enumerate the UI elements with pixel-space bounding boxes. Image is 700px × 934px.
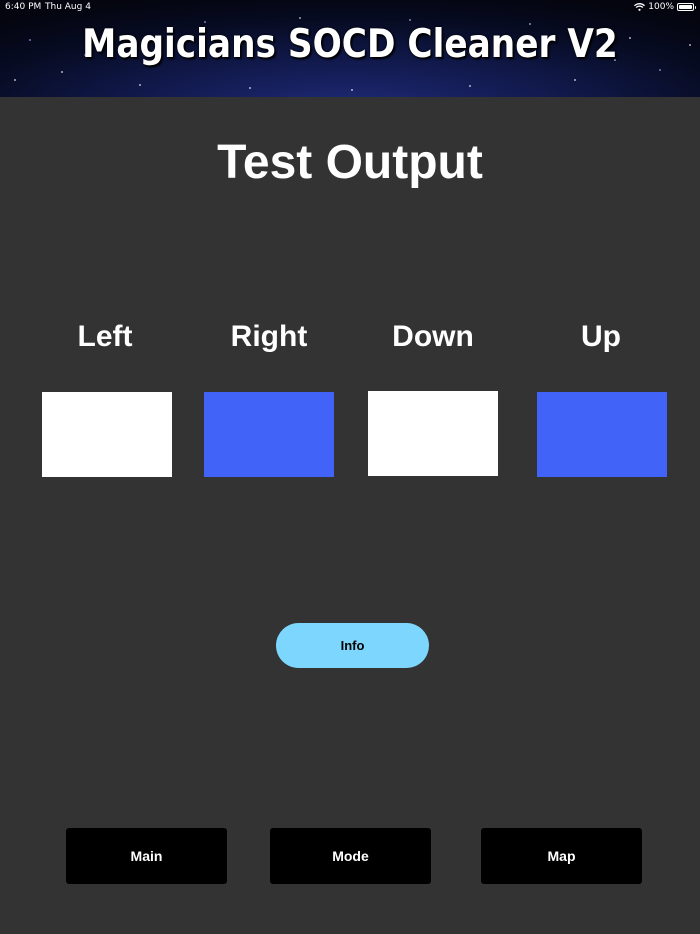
- info-button[interactable]: Info: [276, 623, 429, 668]
- battery-full-icon: [677, 3, 696, 11]
- output-label-left: Left: [77, 320, 133, 353]
- output-label-down: Down: [392, 320, 474, 353]
- battery-percent: 100%: [648, 2, 674, 12]
- header-banner: 6:40 PM Thu Aug 4 100% Magicians SOCD Cl…: [0, 0, 700, 97]
- nav-mode-button[interactable]: Mode: [270, 828, 431, 884]
- output-indicator-up: [537, 392, 667, 477]
- status-bar: 6:40 PM Thu Aug 4 100%: [0, 0, 700, 14]
- app-title: Magicians SOCD Cleaner V2: [82, 22, 618, 67]
- output-label-right: Right: [230, 320, 308, 353]
- output-indicator-right: [204, 392, 334, 477]
- nav-main-button[interactable]: Main: [66, 828, 227, 884]
- status-indicators: 100%: [634, 0, 696, 14]
- status-date: Thu Aug 4: [45, 2, 91, 12]
- output-indicator-down: [368, 391, 498, 476]
- output-label-up: Up: [581, 320, 621, 353]
- wifi-icon: [634, 3, 646, 11]
- nav-map-button[interactable]: Map: [481, 828, 642, 884]
- output-indicator-left: [42, 392, 172, 477]
- status-time: 6:40 PM: [5, 2, 42, 12]
- page-title: Test Output: [217, 136, 483, 189]
